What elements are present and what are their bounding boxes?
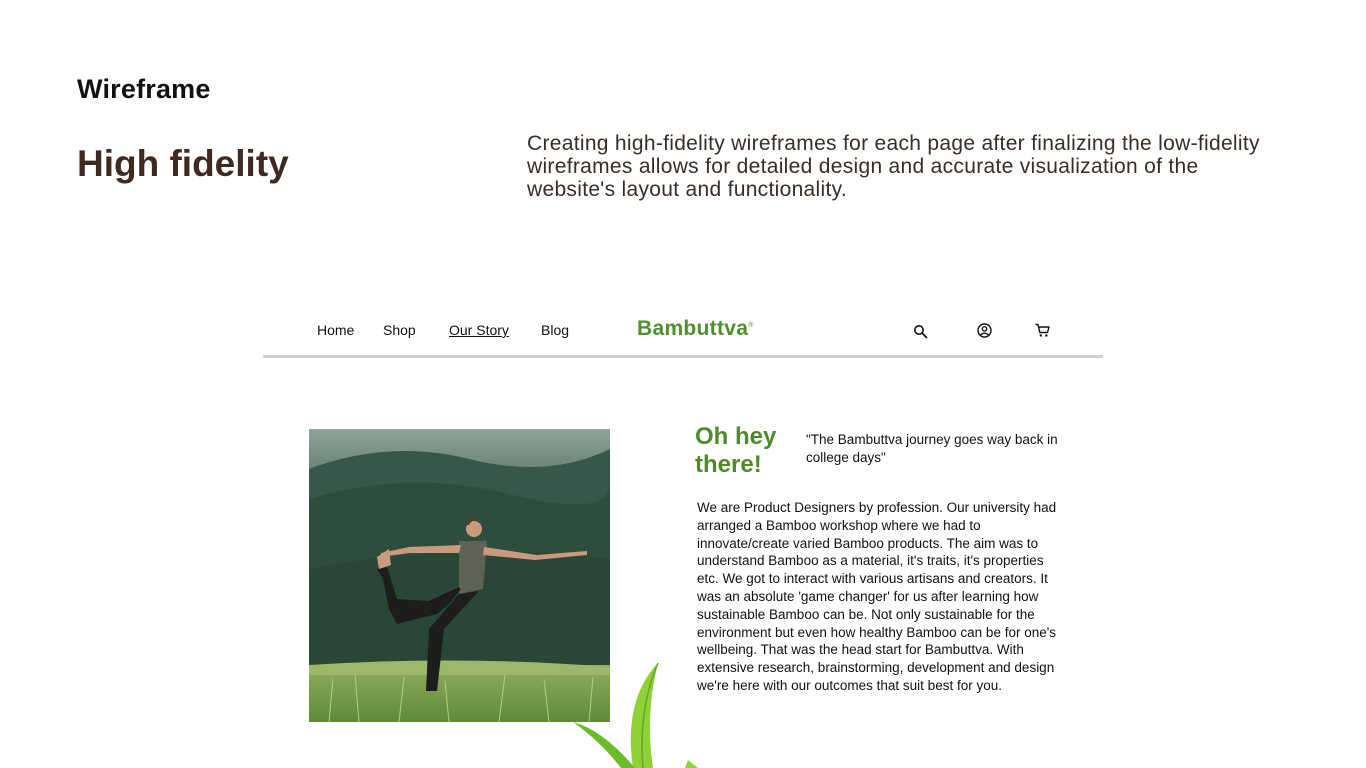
nav-home[interactable]: Home [317,322,354,338]
search-icon[interactable] [912,323,929,340]
nav-blog[interactable]: Blog [541,322,569,338]
registered-mark: ® [748,322,754,329]
brand-logo-text: Bambuttva [637,317,749,340]
leaf-decoration-icon [573,662,698,768]
brand-logo[interactable]: Bambuttva® [637,317,754,341]
website-mockup: Home Shop Our Story Blog Bambuttva® Oh h… [263,300,1103,768]
description: Creating high-fidelity wireframes for ea… [527,132,1260,201]
cart-icon[interactable] [1034,322,1051,339]
nav-shop[interactable]: Shop [383,322,416,338]
navbar: Home Shop Our Story Blog Bambuttva® [263,300,1103,358]
greeting-heading: Oh hey there! [695,423,777,478]
nav-our-story[interactable]: Our Story [449,322,509,338]
section-label: Wireframe [77,74,211,104]
story-body: We are Product Designers by profession. … [697,500,1057,693]
story-quote: "The Bambuttva journey goes way back in … [806,432,1058,465]
page-title: High fidelity [77,143,289,184]
user-icon[interactable] [976,322,993,339]
